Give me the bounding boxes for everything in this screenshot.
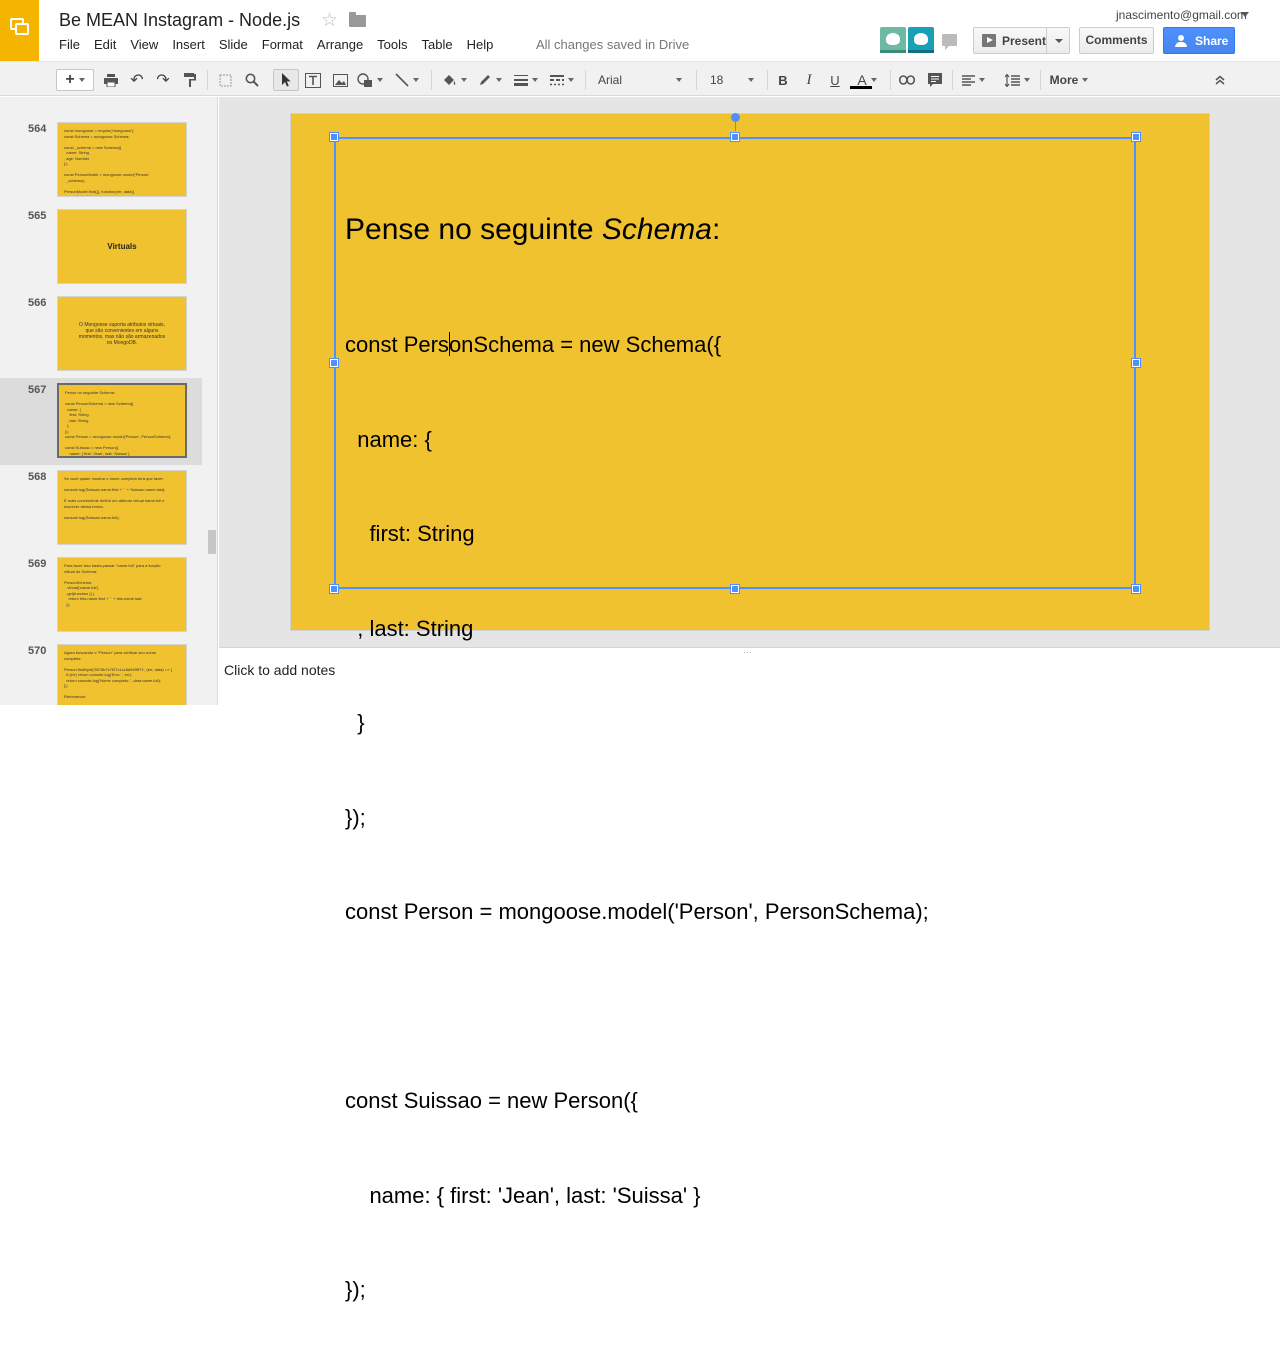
code-line: const Person = mongoose.model('Person', … [345, 899, 929, 924]
code-line: }); [345, 1277, 366, 1302]
border-color-icon[interactable] [474, 69, 506, 91]
print-icon[interactable] [101, 69, 121, 91]
code-line: const PersonSchema = new Schema({ [345, 332, 722, 357]
fill-color-icon[interactable] [438, 69, 470, 91]
font-family-select[interactable]: Arial [592, 69, 688, 91]
shape-icon[interactable] [354, 69, 386, 91]
resize-handle-e[interactable] [1131, 358, 1141, 368]
menu-tools[interactable]: Tools [377, 37, 407, 53]
present-label: Present [1001, 33, 1046, 48]
slide-thumbnail-568[interactable]: 568 Se você quiser mostrar o nome comple… [0, 465, 202, 552]
menu-insert[interactable]: Insert [172, 37, 205, 53]
comments-button[interactable]: Comments [1079, 27, 1154, 54]
user-email[interactable]: jnascimento@gmail.com [1116, 8, 1247, 22]
menu-file[interactable]: File [59, 37, 80, 53]
share-label: Share [1195, 33, 1229, 48]
menu-table[interactable]: Table [422, 37, 453, 53]
select-tool-icon[interactable] [273, 69, 299, 91]
app-header: Be MEAN Instagram - Node.js ☆ File Edit … [0, 0, 1280, 61]
resize-handle-sw[interactable] [329, 584, 339, 594]
collaborator-avatar[interactable] [908, 27, 934, 53]
border-dash-icon[interactable] [546, 69, 578, 91]
border-weight-icon[interactable] [510, 69, 542, 91]
text-box-icon[interactable] [303, 69, 323, 91]
star-icon[interactable]: ☆ [321, 9, 338, 32]
slide-thumbnail-569[interactable]: 569 Para fazer isso basta passar "name.f… [0, 552, 202, 639]
code-line: name: { [345, 426, 432, 452]
slide-title: Pense no seguinte Schema: [345, 213, 721, 246]
menu-format[interactable]: Format [262, 37, 303, 53]
current-slide[interactable]: Pense no seguinte Schema: const PersonSc… [291, 113, 1209, 1302]
menu-slide[interactable]: Slide [219, 37, 248, 53]
selected-text-box[interactable]: Pense no seguinte Schema: const PersonSc… [334, 137, 1136, 1302]
present-button[interactable]: Present [973, 27, 1046, 54]
slide-thumbnail-564[interactable]: 564 const mongoose = require('mongoose')… [0, 117, 202, 204]
folder-icon[interactable] [349, 12, 366, 27]
resize-handle-s[interactable] [730, 584, 740, 594]
menu-bar: File Edit View Insert Slide Format Arran… [59, 37, 507, 53]
line-icon[interactable] [391, 69, 423, 91]
code-line: first: String [345, 521, 475, 546]
menu-edit[interactable]: Edit [94, 37, 116, 53]
notes-resize-handle[interactable]: ⋯ [743, 647, 753, 658]
comment-add-icon[interactable] [924, 69, 946, 91]
text-color-swatch [850, 86, 872, 89]
slide-canvas[interactable]: Pense no seguinte Schema: const PersonSc… [219, 97, 1280, 1302]
resize-handle-n[interactable] [730, 132, 740, 142]
collaborator-avatar[interactable] [880, 27, 906, 53]
slide-body-text[interactable]: Pense no seguinte Schema: const PersonSc… [345, 149, 929, 1369]
italic-button[interactable]: I [799, 69, 819, 91]
new-slide-button[interactable]: + [56, 69, 94, 91]
slide-thumbnail-565[interactable]: 565 Virtuals [0, 204, 202, 291]
resize-handle-w[interactable] [329, 358, 339, 368]
slide-thumbnail-567[interactable]: 567 Pense no seguinte Schema: const Pers… [0, 378, 202, 465]
chat-icon[interactable] [942, 34, 957, 50]
present-options-button[interactable] [1046, 27, 1070, 54]
zoom-icon[interactable] [242, 69, 262, 91]
slides-logo-icon[interactable] [0, 0, 39, 61]
redo-icon[interactable]: ↷ [153, 69, 173, 91]
image-icon[interactable] [330, 69, 350, 91]
link-icon[interactable] [896, 69, 918, 91]
document-title[interactable]: Be MEAN Instagram - Node.js [59, 10, 300, 31]
select-frame-icon[interactable] [215, 69, 235, 91]
menu-help[interactable]: Help [467, 37, 494, 53]
resize-handle-nw[interactable] [329, 132, 339, 142]
bold-button[interactable]: B [773, 69, 793, 91]
collapse-toolbar-icon[interactable] [1210, 69, 1230, 91]
account-caret-icon[interactable] [1241, 12, 1249, 17]
save-status[interactable]: All changes saved in Drive [536, 37, 689, 52]
menu-arrange[interactable]: Arrange [317, 37, 363, 53]
resize-handle-ne[interactable] [1131, 132, 1141, 142]
person-icon [1175, 34, 1187, 47]
toolbar: + ↶ ↷ Arial 18 B I U A More [0, 61, 1280, 96]
notes-placeholder[interactable]: Click to add notes [224, 662, 335, 678]
align-left-icon[interactable] [957, 69, 989, 91]
filmstrip-scrollbar[interactable] [208, 530, 216, 554]
speaker-notes[interactable]: ⋯ Click to add notes [219, 647, 1280, 705]
menu-view[interactable]: View [130, 37, 158, 53]
code-line: name: { first: 'Jean', last: 'Suissa' } [345, 1182, 701, 1208]
slide-thumbnail-570[interactable]: 570 Agora buscando o "Person" para verif… [0, 639, 202, 705]
code-line: }); [345, 804, 366, 830]
code-line: } [345, 710, 365, 735]
slide-filmstrip[interactable]: 564 const mongoose = require('mongoose')… [0, 97, 218, 705]
paint-format-icon[interactable] [180, 69, 200, 91]
underline-button[interactable]: U [825, 69, 845, 91]
code-line: , last: String [345, 615, 474, 641]
more-button[interactable]: More [1044, 69, 1094, 91]
share-button[interactable]: Share [1163, 27, 1235, 54]
undo-icon[interactable]: ↶ [127, 69, 147, 91]
resize-handle-se[interactable] [1131, 584, 1141, 594]
slide-thumbnail-566[interactable]: 566 O Mongoose suporta atributos virtuai… [0, 291, 202, 378]
play-icon [982, 34, 996, 47]
line-spacing-icon[interactable] [1000, 69, 1034, 91]
code-line: const Suissao = new Person({ [345, 1088, 638, 1113]
font-size-select[interactable]: 18 [704, 69, 760, 91]
chevron-down-icon [1055, 39, 1063, 43]
rotate-handle[interactable] [731, 113, 740, 122]
